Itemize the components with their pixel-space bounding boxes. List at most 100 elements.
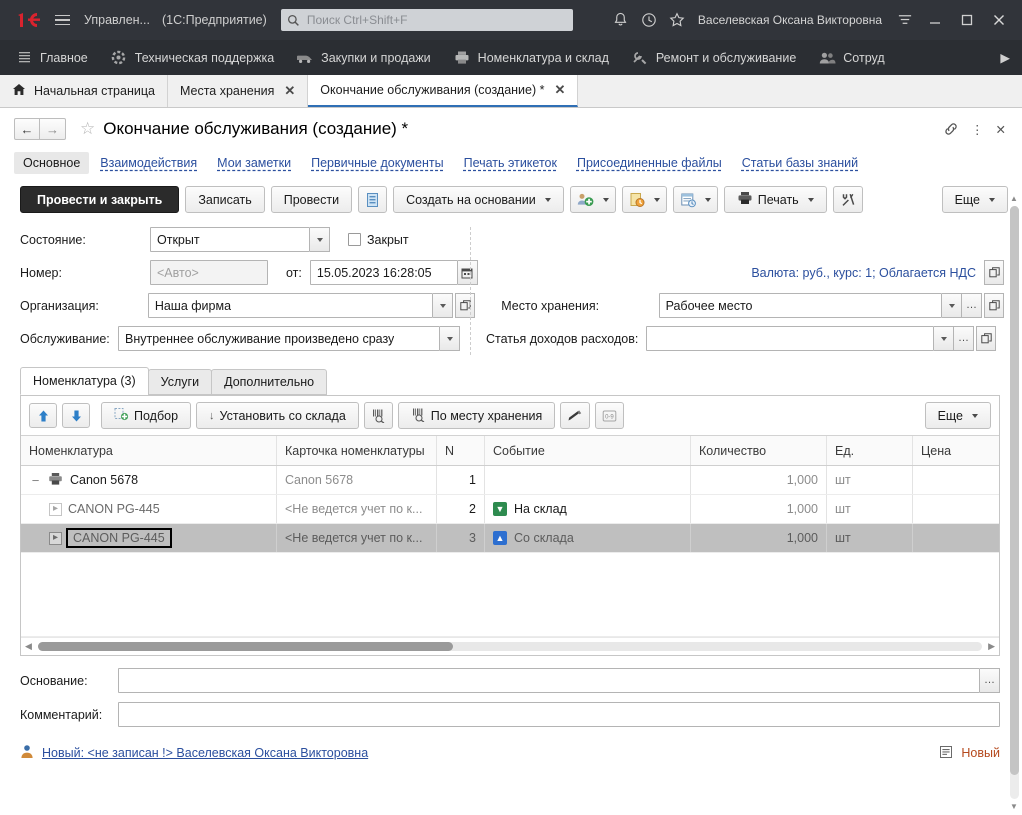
service-dropdown-button[interactable] — [440, 326, 460, 351]
state-dropdown-button[interactable] — [310, 227, 330, 252]
cell-n[interactable]: 3 — [437, 524, 485, 552]
cell-card[interactable]: <Не ведется учет по к... — [277, 495, 437, 523]
tab-close-icon[interactable]: ✕ — [553, 82, 566, 98]
income-item-open-button[interactable] — [976, 326, 996, 351]
status-link[interactable]: Новый: <не записан !> Васелевская Оксана… — [42, 746, 368, 760]
search-input[interactable] — [305, 12, 567, 28]
table-row[interactable]: ▸ CANON PG-445 <Не ведется учет по к... … — [21, 495, 999, 524]
grid-horizontal-scrollbar[interactable]: ◀ ▶ — [21, 637, 999, 655]
cell-nomenclature[interactable]: − Canon 5678 — [21, 466, 277, 494]
search-box[interactable] — [281, 9, 573, 31]
star-icon[interactable] — [664, 7, 690, 33]
vscroll-track[interactable] — [1010, 206, 1019, 799]
close-button[interactable] — [984, 6, 1014, 34]
cell-card[interactable]: Canon 5678 — [277, 466, 437, 494]
vscroll-thumb[interactable] — [1010, 206, 1019, 775]
income-item-select-button[interactable]: … — [954, 326, 974, 351]
tab-nomenklatura[interactable]: Номенклатура (3) — [20, 367, 149, 395]
cell-quantity[interactable]: 1,000 — [691, 466, 827, 494]
by-storage-button[interactable]: По месту хранения — [398, 402, 555, 429]
col-quantity[interactable]: Количество — [691, 436, 827, 465]
history-icon[interactable] — [636, 7, 662, 33]
menu-item-glavnoe[interactable]: Главное — [4, 40, 99, 75]
cell-event[interactable]: ▼ На склад — [485, 495, 691, 523]
tab-home[interactable]: Начальная страница — [0, 75, 168, 107]
col-card[interactable]: Карточка номенклатуры — [277, 436, 437, 465]
scroll-left-icon[interactable]: ◀ — [25, 641, 32, 652]
cell-text[interactable]: CANON PG-445 — [66, 528, 172, 548]
storage-open-button[interactable] — [984, 293, 1004, 318]
set-from-stock-button[interactable]: ↓ Установить со склада — [196, 402, 359, 429]
closed-checkbox[interactable] — [348, 233, 361, 246]
organization-open-button[interactable] — [455, 293, 475, 318]
hscroll-thumb[interactable] — [38, 642, 453, 651]
maximize-button[interactable] — [952, 6, 982, 34]
table-row[interactable]: − Canon 5678 Canon 5678 1 1,000 шт — [21, 466, 999, 495]
tree-collapse-icon[interactable]: − — [29, 474, 42, 487]
organization-field[interactable]: Наша фирма — [148, 293, 433, 318]
create-based-on-button[interactable]: Создать на основании — [393, 186, 564, 213]
storage-select-button[interactable]: … — [962, 293, 982, 318]
scroll-right-icon[interactable]: ▶ — [988, 641, 995, 652]
col-nomenclature[interactable]: Номенклатура — [21, 436, 277, 465]
cell-quantity[interactable]: 1,000 — [691, 524, 827, 552]
main-menu-burger-icon[interactable] — [50, 8, 74, 32]
menu-item-tehpodderzhka[interactable]: Техническая поддержка — [99, 40, 285, 75]
move-up-button[interactable] — [29, 403, 57, 428]
cell-event[interactable] — [485, 466, 691, 494]
hscroll-track[interactable] — [38, 642, 982, 651]
cell-nomenclature[interactable]: ▸ CANON PG-445 — [21, 495, 277, 523]
cell-n[interactable]: 2 — [437, 495, 485, 523]
scroll-up-icon[interactable]: ▲ — [1010, 194, 1018, 203]
link-icon[interactable] — [943, 121, 959, 137]
more-button[interactable]: Еще — [942, 186, 1008, 213]
select-button[interactable]: Подбор — [101, 402, 191, 429]
number-field[interactable]: <Авто> — [150, 260, 268, 285]
basis-field[interactable] — [118, 668, 980, 693]
cell-price[interactable] — [913, 495, 973, 523]
menu-overflow-arrow-icon[interactable]: ▶ — [992, 50, 1018, 65]
menu-item-nomenklatura-sklad[interactable]: Номенклатура и склад — [442, 40, 620, 75]
menu-item-remont-obsluzhivanie[interactable]: Ремонт и обслуживание — [620, 40, 807, 75]
tab-okonchanie-obsluzhivaniya[interactable]: Окончание обслуживания (создание) * ✕ — [308, 75, 578, 107]
tab-close-icon[interactable]: ✕ — [282, 83, 295, 99]
cell-unit[interactable]: шт — [827, 495, 913, 523]
comment-field[interactable] — [118, 702, 1000, 727]
storage-field[interactable]: Рабочее место — [659, 293, 942, 318]
journal-icon[interactable] — [673, 186, 718, 213]
minimize-button[interactable] — [920, 6, 950, 34]
tab-uslugi[interactable]: Услуги — [148, 369, 212, 395]
cell-quantity[interactable]: 1,000 — [691, 495, 827, 523]
navlink-moi-zametki[interactable]: Мои заметки — [208, 152, 300, 174]
cell-event[interactable]: ▲ Со склада — [485, 524, 691, 552]
cell-unit[interactable]: шт — [827, 524, 913, 552]
save-button[interactable]: Записать — [185, 186, 264, 213]
menu-item-sotrudniki[interactable]: Сотруд — [807, 40, 895, 75]
organization-dropdown-button[interactable] — [433, 293, 453, 318]
navlink-pervichnye-dokumenty[interactable]: Первичные документы — [302, 152, 452, 174]
numbers-icon[interactable]: 0-9 — [595, 402, 624, 429]
state-field[interactable]: Открыт — [150, 227, 310, 252]
navlink-osnovnoe[interactable]: Основное — [14, 152, 89, 174]
cell-price[interactable] — [913, 466, 973, 494]
col-event[interactable]: Событие — [485, 436, 691, 465]
bell-icon[interactable] — [608, 7, 634, 33]
tab-dopolnitelno[interactable]: Дополнительно — [211, 369, 327, 395]
pen-icon[interactable] — [560, 402, 590, 429]
navlink-stati-bazy-znaniy[interactable]: Статьи базы знаний — [733, 152, 867, 174]
currency-note[interactable]: Валюта: руб., курс: 1; Облагается НДС — [751, 266, 976, 280]
report-icon[interactable] — [358, 186, 387, 213]
cell-card[interactable]: <Не ведется учет по к... — [277, 524, 437, 552]
contacts-icon[interactable] — [570, 186, 616, 213]
menu-item-zakupki-prodazhi[interactable]: Закупки и продажи — [285, 40, 442, 75]
cell-n[interactable]: 1 — [437, 466, 485, 494]
navlink-prisoedinennye-fayly[interactable]: Присоединенные файлы — [568, 152, 731, 174]
wrench-icon[interactable] — [833, 186, 863, 213]
service-field[interactable]: Внутреннее обслуживание произведено сраз… — [118, 326, 440, 351]
back-button[interactable]: ← — [14, 118, 40, 140]
basis-select-button[interactable]: … — [980, 668, 1000, 693]
form-vertical-scrollbar[interactable]: ▲ ▼ — [1008, 194, 1020, 811]
form-close-icon[interactable]: ✕ — [996, 122, 1006, 137]
move-down-button[interactable] — [62, 403, 90, 428]
income-item-dropdown-button[interactable] — [934, 326, 954, 351]
